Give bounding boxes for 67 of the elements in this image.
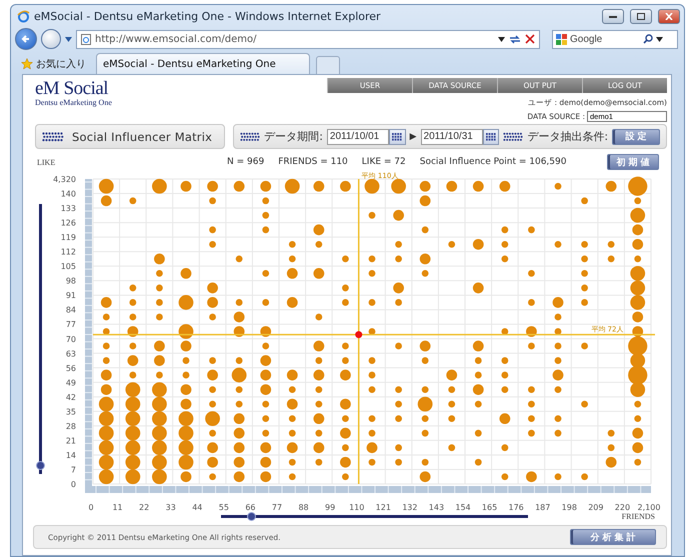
x-tick-label: 22 <box>139 503 150 512</box>
stat-text: Social Influence Point = 106,590 <box>420 157 566 167</box>
x-tick-label: 176 <box>508 503 524 512</box>
x-tick-label: 198 <box>562 503 577 512</box>
x-tick-label: 0 <box>88 503 94 512</box>
y-tick-label: 42 <box>66 392 76 402</box>
y-tick-label: 0 <box>70 480 76 489</box>
y-tick-label: 63 <box>66 349 76 358</box>
y-tick-label: 77 <box>66 320 76 330</box>
y-tick-label: 133 <box>60 204 76 214</box>
browser-tab[interactable]: eMSocial - Dentsu eMarketing One <box>96 53 310 74</box>
y-tick-label: 140 <box>60 190 76 199</box>
address-field[interactable]: http://www.emsocial.com/demo/ <box>76 30 540 48</box>
x-tick-label: 88 <box>298 503 309 512</box>
reset-button[interactable]: 初 期 値 <box>607 154 659 170</box>
search-field[interactable]: Google <box>552 30 678 48</box>
x-tick-label: 44 <box>192 503 202 512</box>
end-date-field[interactable]: 2011/10/31 <box>420 128 483 144</box>
x-tick-label: 121 <box>376 503 391 512</box>
x-tick-label: 99 <box>325 503 336 512</box>
x-tick-label: 187 <box>535 503 550 512</box>
conditions-label: データ抽出条件: <box>527 129 608 144</box>
y-tick-label: 35 <box>66 407 76 416</box>
start-date-field[interactable]: 2011/10/01 <box>326 128 389 144</box>
stat-text: FRIENDS = 110 <box>278 157 348 167</box>
x-tick-label: 110 <box>349 503 364 512</box>
x-tick-label: 11 <box>112 503 123 512</box>
y-tick-label: 126 <box>60 218 76 228</box>
y-tick-label: 56 <box>66 364 76 373</box>
y-tick-label: 7 <box>70 465 76 474</box>
x-tick-label: 143 <box>428 503 444 512</box>
y-tick-label: 28 <box>66 422 76 431</box>
x-tick-label: 209 <box>588 503 604 512</box>
address-text: http://www.emsocial.com/demo/ <box>95 34 258 44</box>
y-tick-label: 105 <box>60 262 76 272</box>
y-tick-label: 70 <box>66 334 76 344</box>
x-tick-label: 66 <box>245 503 256 512</box>
x-tick-label: 55 <box>218 503 229 512</box>
range-arrow: ▶ <box>410 132 417 142</box>
y-tick-label: 49 <box>66 378 76 388</box>
y-tick-label: 91 <box>66 291 76 300</box>
x-tick-label: 132 <box>402 503 418 512</box>
y-tick-label: 84 <box>66 306 76 315</box>
x-axis-max-label: 2,100 <box>638 503 660 512</box>
y-tick-label: 21 <box>66 436 76 446</box>
y-tick-label: 112 <box>60 248 76 257</box>
settings-button[interactable]: 設 定 <box>612 128 660 144</box>
x-tick-label: 154 <box>455 503 471 512</box>
y-tick-label: 119 <box>60 233 76 242</box>
period-label: データ期間: <box>264 129 323 144</box>
y-tick-label: 14 <box>66 450 76 460</box>
stat-text: LIKE = 72 <box>362 157 406 167</box>
x-tick-label: 220 <box>614 503 630 512</box>
stat-text: N = 969 <box>227 157 264 167</box>
analyze-button[interactable]: 分 析 集 計 <box>570 529 656 545</box>
y-tick-label: 98 <box>66 276 76 286</box>
x-tick-label: 33 <box>166 503 176 512</box>
page-title: Social Influencer Matrix <box>72 130 212 144</box>
x-tick-label: 77 <box>272 503 282 512</box>
y-axis-title: LIKE <box>37 158 56 166</box>
y-axis-max-label: 4,320 <box>53 175 76 184</box>
favorites-button[interactable]: お気に入り <box>17 54 90 74</box>
logo-tagline: Dentsu eMarketing One <box>35 98 112 108</box>
x-tick-label: 165 <box>482 503 498 512</box>
logo-name: eM Social <box>35 80 110 98</box>
x-axis-title: FRIENDS <box>622 512 655 520</box>
window-title: eMSocial - Dentsu eMarketing One - Windows Internet Explorer <box>34 10 382 23</box>
